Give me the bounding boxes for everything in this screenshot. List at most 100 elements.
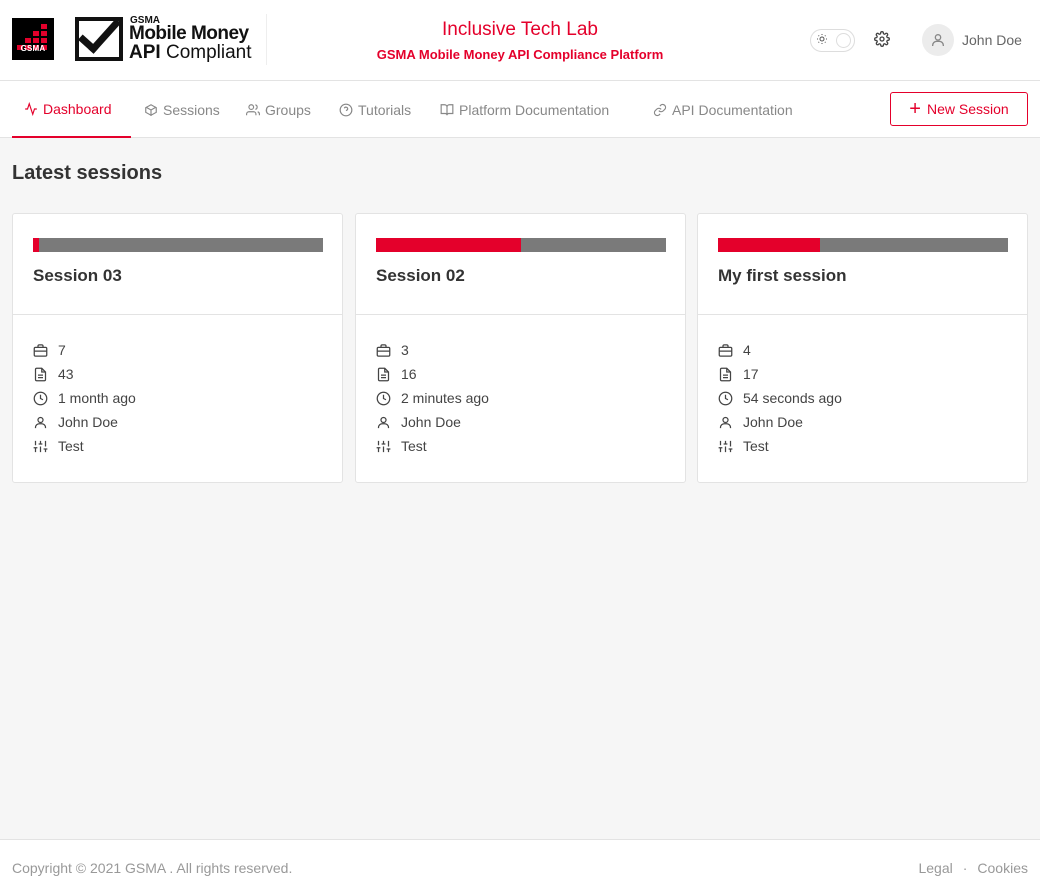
briefcase-icon: [718, 343, 733, 357]
tab-label: Platform Documentation: [459, 101, 610, 118]
box-icon: [145, 103, 157, 116]
toggle-knob: [836, 33, 851, 48]
time-row: 2 minutes ago: [376, 386, 489, 410]
activity-icon: [25, 101, 37, 116]
session-name[interactable]: My first session: [718, 266, 847, 286]
app-footer: Copyright © 2021 GSMA . All rights reser…: [0, 839, 1040, 896]
session-owner: John Doe: [401, 414, 461, 430]
mm-logo-line2: API Compliant: [129, 43, 252, 63]
footer-separator: ·: [962, 860, 968, 876]
tab-label: Groups: [265, 101, 311, 118]
tab-platform-documentation[interactable]: Platform Documentation: [440, 81, 609, 138]
session-progress-bar: [718, 238, 1008, 252]
time-row: 54 seconds ago: [718, 386, 842, 410]
mm-logo-compliant: Compliant: [160, 42, 252, 63]
session-card[interactable]: Session 02 3 16 2 minutes ago John Doe T…: [355, 213, 686, 483]
legal-link[interactable]: Legal: [918, 860, 952, 876]
session-progress-fill: [33, 238, 39, 252]
tab-tutorials[interactable]: Tutorials: [339, 81, 411, 138]
gsma-logo-word: GSMA: [20, 44, 46, 53]
clock-icon: [376, 391, 391, 405]
session-name[interactable]: Session 02: [376, 266, 465, 286]
type-row: Test: [376, 434, 489, 458]
main-nav: Dashboard Sessions Groups Tutorials Plat…: [0, 81, 1040, 138]
session-card[interactable]: Session 03 7 43 1 month ago John Doe Tes…: [12, 213, 343, 483]
session-progress-bar: [376, 238, 666, 252]
session-details: 3 16 2 minutes ago John Doe Test: [376, 338, 489, 458]
user-name[interactable]: John Doe: [962, 32, 1022, 48]
briefcase-icon: [33, 343, 48, 357]
use-cases-count: 4: [743, 342, 751, 358]
use-cases-row: 7: [33, 338, 136, 362]
sun-icon: [816, 33, 828, 49]
theme-toggle[interactable]: [810, 29, 855, 52]
test-cases-row: 43: [33, 362, 136, 386]
user-icon: [34, 416, 47, 428]
use-cases-row: 4: [718, 338, 842, 362]
session-type: Test: [743, 438, 769, 454]
test-cases-count: 17: [743, 366, 759, 382]
session-progress-fill: [376, 238, 521, 252]
tab-groups[interactable]: Groups: [246, 81, 311, 138]
gear-icon[interactable]: [874, 31, 890, 52]
checkmark-icon: [75, 17, 123, 61]
briefcase-icon: [376, 343, 391, 357]
link-icon: [653, 103, 667, 116]
plus-icon: +: [909, 98, 921, 120]
users-icon: [246, 103, 260, 115]
session-progress-bar: [33, 238, 323, 252]
use-cases-row: 3: [376, 338, 489, 362]
session-progress-fill: [718, 238, 820, 252]
tab-dashboard[interactable]: Dashboard: [12, 81, 131, 138]
session-details: 4 17 54 seconds ago John Doe Test: [718, 338, 842, 458]
mm-logo-line1: Mobile Money: [129, 23, 249, 44]
user-icon: [719, 416, 732, 428]
card-divider: [13, 314, 342, 315]
test-cases-row: 16: [376, 362, 489, 386]
session-card[interactable]: My first session 4 17 54 seconds ago Joh…: [697, 213, 1028, 483]
session-time: 54 seconds ago: [743, 390, 842, 406]
card-divider: [698, 314, 1027, 315]
test-cases-count: 16: [401, 366, 417, 382]
session-type: Test: [58, 438, 84, 454]
new-session-button[interactable]: + New Session: [890, 92, 1028, 126]
session-owner: John Doe: [58, 414, 118, 430]
tab-sessions[interactable]: Sessions: [144, 81, 220, 138]
session-owner: John Doe: [743, 414, 803, 430]
avatar[interactable]: [922, 24, 954, 56]
tab-api-documentation[interactable]: API Documentation: [653, 81, 793, 138]
test-cases-row: 17: [718, 362, 842, 386]
page-title: Latest sessions: [12, 162, 163, 184]
use-cases-count: 7: [58, 342, 66, 358]
clock-icon: [718, 391, 733, 405]
file-text-icon: [34, 367, 47, 381]
time-row: 1 month ago: [33, 386, 136, 410]
mobile-money-compliant-logo[interactable]: GSMA Mobile Money API Compliant: [70, 14, 267, 65]
card-divider: [356, 314, 685, 315]
session-type: Test: [401, 438, 427, 454]
use-cases-count: 3: [401, 342, 409, 358]
owner-row: John Doe: [718, 410, 842, 434]
sliders-icon: [33, 440, 48, 452]
session-time: 2 minutes ago: [401, 390, 489, 406]
session-details: 7 43 1 month ago John Doe Test: [33, 338, 136, 458]
new-session-label: New Session: [926, 101, 1009, 117]
file-text-icon: [377, 367, 390, 381]
tab-label: Tutorials: [358, 101, 412, 118]
sliders-icon: [376, 440, 391, 452]
user-icon: [932, 34, 944, 46]
tab-label: Sessions: [163, 101, 220, 118]
user-icon: [377, 416, 390, 428]
brand-title: Inclusive Tech Lab: [442, 19, 598, 40]
clock-icon: [33, 391, 48, 405]
tab-label: Dashboard: [43, 100, 112, 117]
cookies-link[interactable]: Cookies: [977, 860, 1028, 876]
footer-links: Legal · Cookies: [918, 860, 1028, 876]
gsma-logo[interactable]: GSMA: [12, 18, 54, 60]
type-row: Test: [718, 434, 842, 458]
test-cases-count: 43: [58, 366, 74, 382]
brand-subtitle: GSMA Mobile Money API Compliance Platfor…: [376, 47, 664, 62]
app-header: GSMA GSMA Mobile Money API Compliant Inc…: [0, 0, 1040, 81]
book-open-icon: [440, 103, 454, 115]
session-name[interactable]: Session 03: [33, 266, 122, 286]
